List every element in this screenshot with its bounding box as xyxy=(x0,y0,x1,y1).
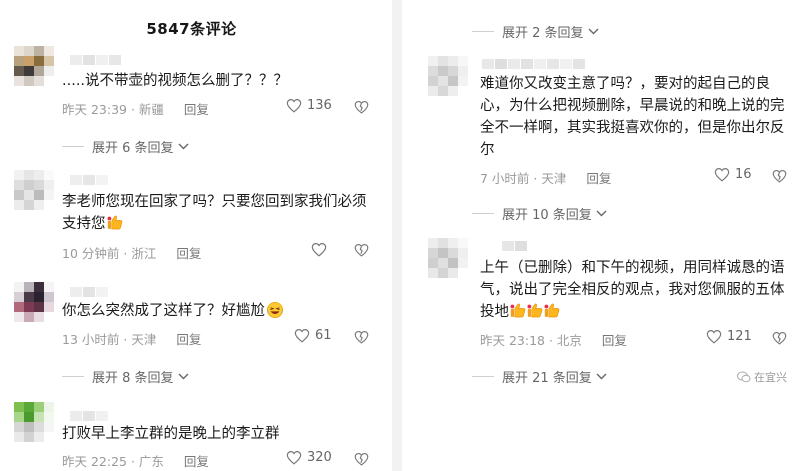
chevron-down-icon xyxy=(178,143,189,150)
watermark: 在宜兴 xyxy=(737,369,787,385)
avatar[interactable] xyxy=(14,170,54,210)
heart-outline-icon xyxy=(311,243,327,257)
chevron-down-icon xyxy=(596,373,607,380)
divider-line xyxy=(62,376,84,377)
comments-panel-left: 5847条评论 .....说不带壶的视频怎么删了？？？ 昨天 23:39 · 新… xyxy=(0,0,383,471)
thumbs-up-emoji xyxy=(106,215,122,230)
username-blurred[interactable] xyxy=(502,236,528,251)
heart-outline-icon xyxy=(286,99,302,113)
comment-meta: 10 分钟前 · 浙江 回复 xyxy=(62,246,202,261)
heart-outline-icon xyxy=(706,330,722,344)
comment-meta: 昨天 23:39 · 新疆 回复 xyxy=(62,102,209,117)
chevron-down-icon xyxy=(588,28,599,35)
expand-replies-button[interactable]: 展开 10 条回复 xyxy=(472,204,607,223)
comment-count-title: 5847条评论 xyxy=(146,20,237,38)
chevron-down-icon xyxy=(178,373,189,380)
divider-line xyxy=(472,31,494,32)
divider-line xyxy=(472,213,494,214)
broken-heart-icon[interactable] xyxy=(354,100,369,114)
avatar[interactable] xyxy=(14,402,54,442)
comment-time: 13 小时前 xyxy=(62,332,120,347)
comment-meta: 7 小时前 · 天津 回复 xyxy=(480,171,612,186)
wechat-icon xyxy=(737,371,751,383)
comment-location: 广东 xyxy=(138,454,164,469)
expand-replies-button[interactable]: 展开 21 条回复 xyxy=(472,367,607,386)
comments-panel-right: 展开 2 条回复 难道你又改变主意了吗？，要对的起自己的良心，为什么把视频删除，… xyxy=(410,0,795,471)
avatar[interactable] xyxy=(14,46,54,86)
reply-button[interactable]: 回复 xyxy=(184,102,209,117)
comment-location: 天津 xyxy=(541,171,567,186)
reply-button[interactable]: 回复 xyxy=(602,333,627,348)
like-button[interactable]: 16 xyxy=(714,167,752,182)
heart-outline-icon xyxy=(294,329,310,343)
like-button[interactable]: 61 xyxy=(294,328,332,343)
like-button[interactable]: 320 xyxy=(286,450,332,465)
expand-replies-button[interactable]: 展开 6 条回复 xyxy=(62,137,189,156)
panel-divider xyxy=(392,0,402,471)
comment-time: 7 小时前 xyxy=(480,171,530,186)
expand-replies-button[interactable]: 展开 2 条回复 xyxy=(472,22,599,41)
comment-text: 难道你又改变主意了吗？，要对的起自己的良心，为什么把视频删除，早晨说的和晚上说的… xyxy=(480,76,785,158)
like-count: 121 xyxy=(727,329,752,344)
username-blurred[interactable] xyxy=(482,54,586,69)
broken-heart-icon[interactable] xyxy=(354,452,369,466)
comment-text: 李老师您现在回家了吗？只要您回到家我们必须支持您 xyxy=(62,194,367,232)
reply-button[interactable]: 回复 xyxy=(176,332,201,347)
comment-meta: 昨天 23:18 · 北京 回复 xyxy=(480,333,627,348)
comment-location: 新疆 xyxy=(138,102,164,117)
broken-heart-icon[interactable] xyxy=(772,169,787,183)
thumbs-up-emoji xyxy=(527,303,543,318)
like-count: 16 xyxy=(735,167,752,182)
username-blurred[interactable] xyxy=(70,282,109,297)
comment-text: 上午（已删除）和下午的视频，用同样诚恳的语气，说出了完全相反的观点，我对您佩服的… xyxy=(480,260,785,320)
username-blurred[interactable] xyxy=(70,50,122,65)
broken-heart-icon[interactable] xyxy=(772,331,787,345)
laughing-emoji xyxy=(266,301,284,319)
reply-button[interactable]: 回复 xyxy=(184,454,209,469)
comment-text: 打败早上李立群的是晚上的李立群 xyxy=(62,426,280,442)
like-count: 61 xyxy=(315,328,332,343)
comment-location: 浙江 xyxy=(131,246,157,261)
divider-line xyxy=(472,376,494,377)
comment-meta: 13 小时前 · 天津 回复 xyxy=(62,332,202,347)
like-button[interactable]: 121 xyxy=(706,329,752,344)
comment-time: 昨天 23:39 xyxy=(62,102,127,117)
comment-time: 昨天 22:25 xyxy=(62,454,127,469)
avatar[interactable] xyxy=(14,282,54,322)
avatar[interactable] xyxy=(428,238,468,278)
divider-line xyxy=(62,146,84,147)
like-button[interactable] xyxy=(311,242,327,257)
like-button[interactable]: 136 xyxy=(286,98,332,113)
broken-heart-icon[interactable] xyxy=(354,243,369,257)
broken-heart-icon[interactable] xyxy=(354,330,369,344)
avatar[interactable] xyxy=(428,56,468,96)
comment-meta: 昨天 22:25 · 广东 回复 xyxy=(62,454,209,469)
expand-replies-button[interactable]: 展开 8 条回复 xyxy=(62,367,189,386)
username-blurred[interactable] xyxy=(70,170,109,185)
like-count: 136 xyxy=(307,98,332,113)
reply-button[interactable]: 回复 xyxy=(586,171,611,186)
username-blurred[interactable] xyxy=(70,406,109,421)
like-count: 320 xyxy=(307,450,332,465)
chevron-down-icon xyxy=(596,210,607,217)
comment-time: 10 分钟前 xyxy=(62,246,120,261)
comment-text: 你怎么突然成了这样了？好尴尬 xyxy=(62,300,367,322)
comment-time: 昨天 23:18 xyxy=(480,333,545,348)
heart-outline-icon xyxy=(286,451,302,465)
comment-location: 北京 xyxy=(556,333,582,348)
thumbs-up-emoji xyxy=(510,303,526,318)
heart-outline-icon xyxy=(714,168,730,182)
reply-button[interactable]: 回复 xyxy=(176,246,201,261)
thumbs-up-emoji xyxy=(544,303,560,318)
comment-location: 天津 xyxy=(131,332,157,347)
comment-text: .....说不带壶的视频怎么删了？？？ xyxy=(62,73,289,89)
